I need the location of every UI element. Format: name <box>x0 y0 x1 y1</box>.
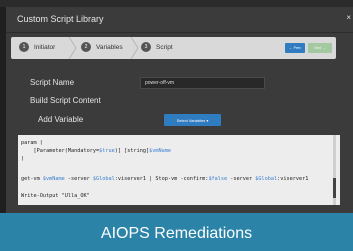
code-line: get-vm $vmName -server $Global:viserver1… <box>21 176 309 182</box>
select-variables-dropdown[interactable]: Select Variables ▾ <box>164 114 221 126</box>
footer-title: AIOPS Remediations <box>100 225 253 242</box>
wizard-step-variables[interactable]: 2 Variables <box>81 42 123 52</box>
top-strip <box>0 0 353 7</box>
code-line: ) <box>21 156 25 162</box>
step-number: 2 <box>81 42 91 52</box>
wizard-step-initiator[interactable]: 1 Initiator <box>19 42 55 52</box>
add-variable-label: Add Variable <box>38 115 84 124</box>
build-script-content-label: Build Script Content <box>30 96 101 105</box>
code-line: param ( <box>21 140 43 146</box>
step-label: Initiator <box>34 43 56 51</box>
step-separator-chevron-icon <box>131 37 139 59</box>
script-name-label: Script Name <box>30 78 75 87</box>
step-number: 3 <box>141 42 151 52</box>
code-line: [Parameter(Mandatory=$true)] [string]$vm… <box>21 148 171 154</box>
wizard-step-script[interactable]: 3 Script <box>141 42 173 52</box>
step-separator-chevron-icon <box>69 37 77 59</box>
close-icon[interactable]: × <box>346 13 351 22</box>
code-line: Write-Output "Ulla_OK" <box>21 193 90 199</box>
prev-button[interactable]: ← Prev <box>285 43 305 53</box>
modal-title: Custom Script Library <box>17 14 104 24</box>
script-name-input[interactable]: power-off-vm <box>140 77 265 89</box>
step-label: Variables <box>96 43 123 51</box>
step-label: Script <box>156 43 173 51</box>
wizard-steps: 1 Initiator 2 Variables 3 Script ← Prev … <box>11 37 336 59</box>
next-button[interactable]: Next → <box>308 43 332 53</box>
scrollbar-thumb[interactable] <box>333 178 336 198</box>
footer-banner: AIOPS Remediations <box>0 213 353 251</box>
modal-header: Custom Script Library × <box>6 7 353 33</box>
script-editor[interactable]: param ( [Parameter(Mandatory=$true)] [st… <box>18 135 340 205</box>
editor-scrollbar[interactable] <box>333 135 336 205</box>
step-number: 1 <box>19 42 29 52</box>
